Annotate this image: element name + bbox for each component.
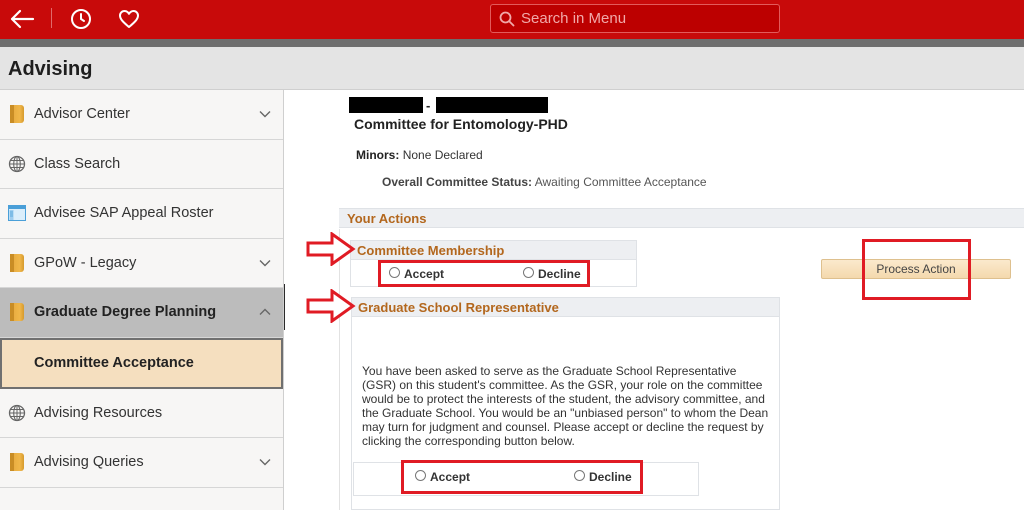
top-navigation-bar — [0, 0, 1024, 39]
sidebar-item-label: Advising Queries — [34, 454, 144, 471]
radio-button[interactable] — [415, 469, 426, 481]
radio-label: Decline — [538, 267, 581, 281]
committee-title: Committee for Entomology-PHD — [354, 116, 568, 132]
sidebar-item-advising-resources[interactable]: Advising Resources — [0, 389, 283, 438]
gsr-label: Graduate School Representative — [358, 300, 559, 315]
committee-membership-label: Committee Membership — [357, 243, 505, 258]
menu-search-box[interactable] — [490, 4, 780, 33]
annotation-arrow-icon — [306, 289, 356, 323]
sidebar-item-advisor-center[interactable]: Advisor Center — [0, 90, 283, 140]
history-button[interactable] — [67, 6, 95, 32]
folder-icon — [8, 303, 26, 322]
sidebar-item-label: Committee Acceptance — [34, 355, 194, 371]
gsr-accept-radio[interactable]: Accept — [415, 469, 471, 484]
sidebar-navigation: Advisor Center Class Search Advisee SAP … — [0, 90, 284, 510]
committee-accept-radio[interactable]: Accept — [389, 266, 445, 281]
folder-icon — [8, 105, 26, 124]
window-icon — [8, 204, 26, 222]
favorites-button[interactable] — [115, 6, 143, 32]
search-icon — [499, 11, 515, 26]
page-title-bar: Advising — [0, 47, 1024, 90]
sidebar-item-label: Advising Resources — [34, 404, 163, 421]
clock-icon — [71, 9, 91, 29]
back-button[interactable] — [8, 6, 36, 32]
radio-label: Decline — [589, 470, 632, 484]
menu-search-input[interactable] — [521, 10, 761, 27]
radio-button[interactable] — [523, 266, 534, 278]
gsr-header: Graduate School Representative — [351, 297, 780, 317]
folder-icon — [8, 253, 26, 272]
arrow-left-icon — [10, 9, 35, 29]
heart-icon — [119, 10, 139, 28]
sidebar-item-label: Advisor Center — [34, 106, 130, 123]
minors-value: None Declared — [402, 148, 483, 162]
student-separator: - — [426, 98, 431, 113]
redacted-student-id — [436, 97, 548, 113]
sidebar-item-committee-acceptance[interactable]: Committee Acceptance — [0, 337, 283, 389]
topbar-divider-strip — [0, 39, 1024, 47]
page-title: Advising — [8, 58, 93, 80]
sidebar-item-label: GPoW - Legacy — [34, 254, 137, 271]
chevron-down-icon — [259, 259, 271, 267]
sidebar-item-label: Advisee SAP Appeal Roster — [34, 205, 214, 222]
sidebar-item-class-search[interactable]: Class Search — [0, 140, 283, 189]
your-actions-label: Your Actions — [347, 211, 427, 226]
sidebar-item-label: Class Search — [34, 155, 121, 172]
minors-label: Minors: — [356, 148, 400, 162]
chevron-down-icon — [259, 459, 271, 466]
sidebar-item-advising-queries[interactable]: Advising Queries — [0, 438, 283, 488]
annotation-arrow-icon — [306, 232, 356, 266]
sidebar-item-gpow-legacy[interactable]: GPoW - Legacy — [0, 239, 283, 288]
globe-icon — [8, 155, 26, 173]
toolbar-divider — [51, 8, 52, 28]
status-value: Awaiting Committee Acceptance — [534, 175, 707, 189]
radio-label: Accept — [404, 267, 445, 281]
radio-button[interactable] — [574, 469, 585, 481]
committee-status-field: Overall Committee Status: Awaiting Commi… — [382, 175, 707, 189]
process-action-button[interactable]: Process Action — [821, 259, 1011, 279]
radio-label: Accept — [430, 470, 471, 484]
your-actions-header: Your Actions — [339, 208, 1024, 228]
status-label: Overall Committee Status: — [382, 175, 533, 189]
sidebar-item-graduate-degree-planning[interactable]: Graduate Degree Planning — [0, 288, 283, 338]
minors-field: Minors: None Declared — [356, 148, 483, 162]
chevron-up-icon — [259, 308, 271, 316]
committee-membership-header: Committee Membership — [350, 240, 637, 260]
sidebar-item-label: Graduate Degree Planning — [34, 304, 217, 321]
sidebar-item-advisee-sap-appeal-roster[interactable]: Advisee SAP Appeal Roster — [0, 189, 283, 239]
globe-icon — [8, 404, 26, 422]
radio-button[interactable] — [389, 266, 400, 278]
gsr-description: You have been asked to serve as the Grad… — [362, 364, 769, 448]
folder-icon — [8, 453, 26, 472]
gsr-decline-radio[interactable]: Decline — [574, 469, 632, 484]
redacted-student-name — [349, 97, 423, 113]
chevron-down-icon — [259, 111, 271, 118]
committee-decline-radio[interactable]: Decline — [523, 266, 581, 281]
gsr-options-box — [353, 462, 699, 496]
